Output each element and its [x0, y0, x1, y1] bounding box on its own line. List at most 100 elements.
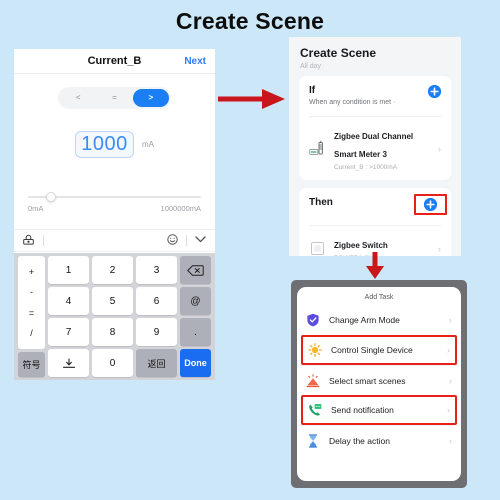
key-plus[interactable]: + — [29, 267, 34, 277]
key-dot[interactable]: . — [180, 318, 211, 346]
task-row-control-single-device[interactable]: Control Single Device › — [301, 335, 457, 365]
keypad-row-1: 1 2 3 — [48, 256, 177, 284]
current-value-text: 1000 — [81, 133, 128, 155]
if-description: When any condition is met · — [309, 99, 396, 106]
slider-min-label: 0mA — [28, 204, 44, 213]
keypad-right-column: @ . Done — [180, 256, 211, 377]
task-chevron-4[interactable]: › — [449, 436, 452, 446]
current-slider[interactable]: 0mA 1000000mA — [28, 192, 201, 213]
value-row: 1000 mA — [14, 131, 215, 158]
task-row-select-smart-scenes[interactable]: Select smart scenes › — [297, 365, 461, 395]
shield-check-icon — [306, 313, 320, 327]
switch-icon — [309, 240, 326, 256]
key-2[interactable]: 2 — [92, 256, 133, 284]
task-row-change-arm-mode[interactable]: Change Arm Mode › — [297, 305, 461, 335]
keypad-left-column: + - = / 符号 — [18, 256, 45, 377]
if-device-chevron[interactable]: › — [438, 144, 441, 154]
smiley-icon[interactable] — [167, 233, 178, 248]
if-device-detail: Current_B : >1000mA — [334, 164, 398, 171]
key-7[interactable]: 7 — [48, 318, 89, 346]
scene-title: Create Scene — [300, 46, 377, 60]
arrow-right-icon — [218, 86, 286, 117]
key-slash[interactable]: / — [30, 328, 33, 338]
key-4[interactable]: 4 — [48, 287, 89, 315]
if-label: If — [309, 85, 316, 96]
slider-labels: 0mA 1000000mA — [28, 204, 201, 213]
if-device-row[interactable]: Zigbee Dual Channel Smart Meter 3 Curren… — [309, 116, 441, 171]
if-add-wrap — [428, 85, 441, 98]
current-value-unit: mA — [142, 140, 154, 149]
task-chevron-2[interactable]: › — [449, 376, 452, 386]
stamp-icon[interactable] — [23, 234, 34, 248]
if-add-condition-button[interactable] — [428, 85, 441, 98]
if-device-text: Zigbee Dual Channel Smart Meter 3 Curren… — [334, 126, 434, 171]
if-device-name: Zigbee Dual Channel Smart Meter 3 — [334, 132, 414, 159]
segment-equals[interactable]: = — [96, 89, 132, 107]
then-add-highlight — [414, 194, 447, 215]
slider-track[interactable] — [28, 192, 201, 202]
then-device-chevron[interactable]: › — [438, 244, 441, 254]
page-title: Create Scene — [175, 8, 325, 34]
task-chevron-3[interactable]: › — [447, 405, 450, 415]
hourglass-icon — [306, 433, 320, 448]
key-at[interactable]: @ — [180, 287, 211, 315]
then-label: Then — [309, 197, 333, 208]
keypad-row-4: 0 返回 — [48, 349, 177, 377]
key-0[interactable]: 0 — [92, 349, 133, 377]
key-1[interactable]: 1 — [48, 256, 89, 284]
task-label-select-smart-scenes: Select smart scenes — [329, 375, 406, 386]
then-card: Then Zigbee Switch POWER1:ON › — [299, 188, 451, 256]
key-minus[interactable]: - — [30, 287, 33, 297]
task-label-send-notification: Send notification — [331, 405, 394, 415]
if-card: If When any condition is met · Zigbee Du… — [299, 76, 451, 180]
task-label-delay-the-action: Delay the action — [329, 435, 390, 446]
task-chevron-0[interactable]: › — [449, 315, 452, 325]
key-equals[interactable]: = — [29, 308, 34, 318]
segment-greater-than[interactable]: > — [132, 89, 169, 107]
key-9[interactable]: 9 — [136, 318, 177, 346]
keypad-operators[interactable]: + - = / — [18, 256, 45, 349]
comparison-segmented-control[interactable]: < = > — [58, 87, 171, 109]
slider-max-label: 1000000mA — [160, 204, 201, 213]
keypad-digits: 1 2 3 4 5 6 7 8 9 0 返回 — [48, 256, 177, 377]
key-symbols[interactable]: 符号 — [18, 352, 45, 377]
mic-icon[interactable] — [48, 349, 89, 377]
then-card-text: Then — [309, 197, 414, 208]
scene-icon — [306, 373, 320, 388]
then-device-name: Zigbee Switch — [334, 241, 388, 250]
backspace-icon[interactable] — [180, 256, 211, 284]
task-chevron-1[interactable]: › — [447, 345, 450, 355]
chevron-down-icon[interactable] — [195, 235, 206, 246]
then-card-header: Then — [309, 194, 447, 215]
left-phone-screen: chevron-left-icon Current_B Next < = > 1… — [14, 49, 215, 380]
done-button[interactable]: Done — [180, 349, 211, 377]
numeric-keypad[interactable]: + - = / 符号 1 2 3 4 5 6 7 8 9 0 返回 @ . Do… — [14, 253, 215, 380]
toolbar-divider — [43, 235, 44, 246]
keypad-row-3: 7 8 9 — [48, 318, 177, 346]
key-5[interactable]: 5 — [92, 287, 133, 315]
slider-thumb[interactable] — [46, 192, 56, 202]
segment-less-than[interactable]: < — [60, 89, 96, 107]
keyboard-toolbar — [14, 229, 215, 252]
add-task-sheet: Add Task Change Arm Mode › Control Singl… — [297, 287, 461, 481]
add-task-phone-frame: Add Task Change Arm Mode › Control Singl… — [291, 280, 467, 488]
if-card-text: If When any condition is met · — [309, 85, 428, 106]
add-task-title: Add Task — [364, 294, 394, 301]
task-label-change-arm-mode: Change Arm Mode — [329, 315, 400, 325]
keypad-row-2: 4 5 6 — [48, 287, 177, 315]
then-add-task-button[interactable] — [424, 198, 437, 211]
toolbar-divider-2 — [186, 235, 187, 246]
next-button[interactable]: Next — [184, 56, 206, 67]
key-6[interactable]: 6 — [136, 287, 177, 315]
key-3[interactable]: 3 — [136, 256, 177, 284]
scene-header: Create Scene All day — [289, 37, 461, 76]
device-sun-icon — [308, 343, 322, 357]
key-return[interactable]: 返回 — [136, 349, 177, 377]
task-row-send-notification[interactable]: Send notification › — [301, 395, 457, 425]
left-phone-header: chevron-left-icon Current_B Next — [14, 49, 215, 74]
current-value-input[interactable]: 1000 — [75, 131, 134, 158]
task-row-delay-the-action[interactable]: Delay the action › — [297, 425, 461, 455]
task-label-control-single-device: Control Single Device — [331, 345, 413, 355]
key-8[interactable]: 8 — [92, 318, 133, 346]
phone-message-icon — [308, 403, 322, 417]
